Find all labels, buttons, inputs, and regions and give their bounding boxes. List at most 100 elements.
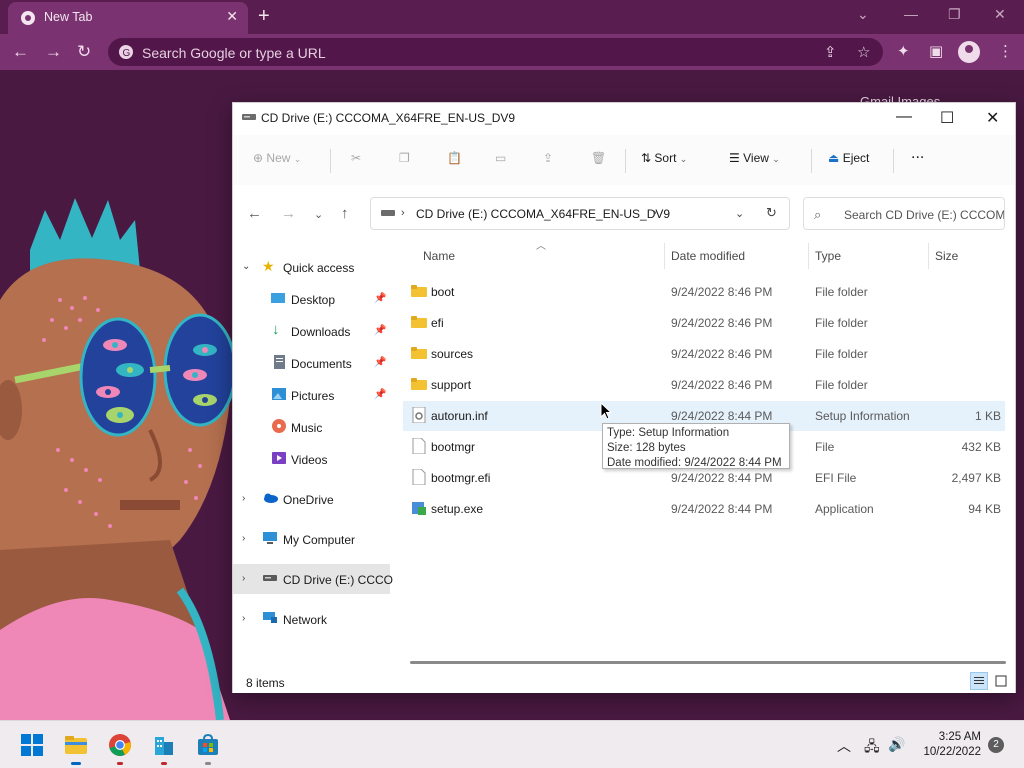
nav-label: Desktop — [291, 293, 336, 307]
reload-icon[interactable]: ↻ — [77, 42, 91, 62]
file-row[interactable]: boot 9/24/2022 8:46 PM File folder — [403, 277, 1005, 307]
forward-icon[interactable]: → — [45, 42, 62, 62]
download-arrow-icon: ↓ — [272, 321, 280, 338]
nav-onedrive[interactable]: › OneDrive — [233, 484, 390, 514]
chevron-down-icon: ⌄ — [293, 154, 302, 164]
eject-label: Eject — [842, 151, 870, 165]
explorer-maximize-icon[interactable]: ☐ — [940, 108, 954, 128]
volume-icon[interactable]: 🔊 — [888, 736, 905, 753]
file-date: 9/24/2022 8:44 PM — [671, 409, 773, 423]
share-icon[interactable]: ⇪ — [824, 43, 837, 61]
up-icon[interactable]: ↑ — [341, 205, 349, 222]
column-divider[interactable] — [808, 243, 809, 269]
refresh-icon[interactable]: ↻ — [766, 205, 777, 221]
file-type: File — [815, 440, 835, 454]
show-hidden-icons-chevron-icon[interactable]: ︿ — [837, 736, 851, 756]
explorer-minimize-icon[interactable]: — — [896, 108, 912, 126]
cut-icon[interactable]: ✂ — [351, 151, 361, 165]
new-tab-button[interactable]: + — [258, 5, 270, 28]
paste-icon[interactable]: 📋 — [447, 151, 462, 165]
column-header-type[interactable]: Type — [815, 249, 841, 263]
address-bar[interactable]: › CD Drive (E:) CCCOMA_X64FRE_EN-US_DV9 … — [370, 197, 790, 230]
network-tray-icon[interactable]: 🖧 — [864, 736, 880, 760]
folder-icon — [411, 378, 427, 390]
menu-kebab-icon[interactable]: ⋮ — [998, 42, 1013, 60]
minimize-icon[interactable]: — — [904, 6, 918, 22]
nav-pictures[interactable]: Pictures 📌 — [233, 380, 390, 410]
nav-cd-drive[interactable]: › CD Drive (E:) CCCOM — [233, 564, 403, 594]
back-icon[interactable]: ← — [247, 205, 262, 222]
chevron-right-icon[interactable]: › — [242, 533, 245, 544]
nav-music[interactable]: Music — [233, 412, 390, 442]
tab-search-icon[interactable]: ⌄ — [857, 6, 869, 23]
share-icon[interactable]: ⇪ — [543, 151, 553, 165]
windows-start-icon[interactable] — [20, 733, 44, 757]
view-label: View — [743, 151, 769, 165]
chevron-right-icon[interactable]: › — [242, 613, 245, 624]
folder-icon — [411, 316, 427, 328]
new-label: New — [266, 151, 291, 165]
command-bar: ⊕ New ⌄ ✂ ❐ 📋 ▭ ⇪ 🗑 ⇅ Sort ⌄ ☰ View ⌄ ⏏ … — [233, 135, 1015, 185]
cloud-icon — [264, 493, 278, 503]
microsoft-store-icon[interactable] — [196, 733, 220, 757]
new-button[interactable]: ⊕ New ⌄ — [253, 151, 301, 165]
nav-desktop[interactable]: Desktop 📌 — [233, 284, 390, 314]
close-window-icon[interactable]: ✕ — [994, 6, 1006, 23]
column-header-date[interactable]: Date modified — [671, 249, 745, 263]
breadcrumb-cd-drive[interactable]: CD Drive (E:) CCCOMA_X64FRE_EN-US_DV9 — [416, 207, 670, 221]
chevron-right-icon[interactable]: › — [242, 493, 245, 504]
recent-locations-icon[interactable]: ⌄ — [314, 208, 323, 221]
omnibox[interactable]: G Search Google or type a URL ⇪ ☆ — [108, 38, 883, 66]
nav-network[interactable]: › Network — [233, 604, 390, 634]
tiles-view-icon — [995, 675, 1007, 687]
mouse-cursor-icon — [600, 402, 612, 420]
bookmark-star-icon[interactable]: ☆ — [857, 43, 870, 61]
restore-icon[interactable]: ❐ — [948, 6, 961, 23]
details-view-button[interactable] — [970, 672, 988, 690]
file-explorer-taskbar-icon[interactable] — [64, 733, 88, 757]
column-header-name[interactable]: Name — [423, 249, 455, 263]
nav-quick-access[interactable]: ⌄ ★ Quick access — [233, 252, 390, 282]
tooltip-date: Date modified: 9/24/2022 8:44 PM — [607, 457, 782, 469]
google-icon: G — [119, 45, 133, 59]
search-box[interactable]: ⌕ Search CD Drive (E:) CCCOM... — [803, 197, 1005, 230]
chevron-down-icon[interactable]: ⌄ — [242, 261, 250, 272]
explorer-titlebar: CD Drive (E:) CCCOMA_X64FRE_EN-US_DV9 — … — [233, 103, 1015, 133]
address-dropdown-icon[interactable]: ⌄ — [735, 207, 744, 220]
clock-date: 10/22/2022 — [923, 746, 981, 758]
chrome-taskbar-icon[interactable] — [108, 733, 132, 757]
tab-close-icon[interactable]: ✕ — [226, 8, 238, 25]
buildings-app-icon[interactable] — [152, 733, 176, 757]
file-row[interactable]: setup.exe 9/24/2022 8:44 PM Application 94 … — [403, 494, 1005, 524]
side-panel-icon[interactable]: ▣ — [929, 42, 943, 60]
extensions-icon[interactable]: ✦ — [897, 42, 910, 60]
notification-badge[interactable]: 2 — [988, 737, 1004, 753]
see-more-icon[interactable]: ... — [911, 145, 924, 163]
file-row[interactable]: efi 9/24/2022 8:46 PM File folder — [403, 308, 1005, 338]
copy-icon[interactable]: ❐ — [399, 151, 410, 165]
file-type: Setup Information — [815, 409, 910, 423]
column-divider[interactable] — [664, 243, 665, 269]
delete-icon[interactable]: 🗑 — [591, 151, 606, 165]
nav-downloads[interactable]: ↓ Downloads 📌 — [233, 316, 390, 346]
horizontal-scrollbar[interactable] — [410, 661, 1006, 664]
explorer-close-icon[interactable]: ✕ — [986, 108, 999, 128]
view-button[interactable]: ☰ View ⌄ — [729, 151, 780, 165]
system-clock[interactable]: 3:25 AM 10/22/2022 — [917, 730, 981, 760]
eject-button[interactable]: ⏏ Eject — [828, 151, 869, 165]
column-header-size[interactable]: Size — [935, 249, 958, 263]
file-row[interactable]: sources 9/24/2022 8:46 PM File folder — [403, 339, 1005, 369]
browser-tab[interactable]: New Tab ✕ — [8, 2, 248, 34]
nav-my-computer[interactable]: › My Computer — [233, 524, 390, 554]
forward-icon[interactable]: → — [281, 205, 296, 222]
column-divider[interactable] — [928, 243, 929, 269]
nav-documents[interactable]: Documents 📌 — [233, 348, 390, 378]
chevron-right-icon[interactable]: › — [242, 573, 245, 584]
tiles-view-button[interactable] — [992, 672, 1010, 690]
rename-icon[interactable]: ▭ — [495, 151, 506, 165]
file-row[interactable]: support 9/24/2022 8:46 PM File folder — [403, 370, 1005, 400]
nav-videos[interactable]: Videos — [233, 444, 390, 474]
sort-button[interactable]: ⇅ Sort ⌄ — [641, 151, 687, 165]
back-icon[interactable]: ← — [12, 42, 29, 62]
profile-avatar[interactable] — [958, 41, 980, 63]
